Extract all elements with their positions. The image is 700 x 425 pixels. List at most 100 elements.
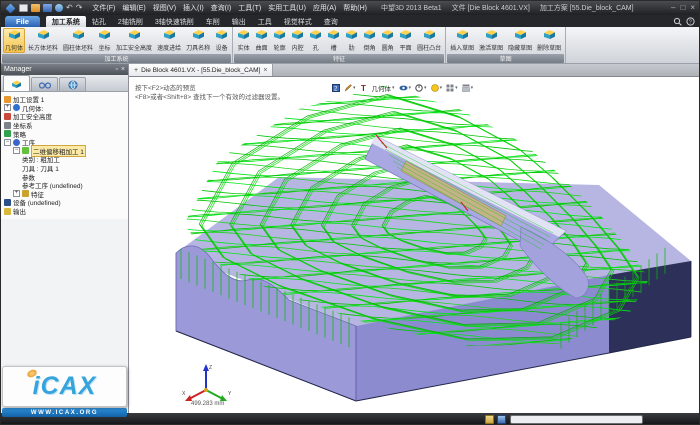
float-panel-icon[interactable]: ▫: [115, 66, 117, 73]
ribbon-button-1-4[interactable]: 孔: [307, 28, 324, 53]
tree-expander-icon[interactable]: −: [13, 147, 20, 154]
ribbon-button-1-9[interactable]: 平面: [397, 28, 414, 53]
ribbon-button-0-3[interactable]: 坐标: [96, 28, 113, 53]
text-icon[interactable]: T: [360, 79, 368, 97]
file-tab[interactable]: File: [5, 16, 40, 27]
command-input[interactable]: [510, 415, 643, 424]
prompt-icon[interactable]: [485, 415, 494, 424]
chevron-down-icon: ▾: [440, 85, 443, 91]
ribbon-button-0-7[interactable]: 设备: [213, 28, 230, 53]
tool-cube-icon: [98, 29, 111, 42]
redo-icon[interactable]: ↷: [76, 4, 83, 12]
tool-cube-icon: [345, 29, 358, 42]
ribbon-button-1-6[interactable]: 肋: [343, 28, 360, 53]
tool-cube-icon: [37, 29, 50, 42]
search-icon[interactable]: [673, 17, 682, 26]
cam-tab-icon: [11, 79, 22, 89]
ribbon-button-1-0[interactable]: 实体: [235, 28, 252, 53]
undo-icon[interactable]: ↶: [66, 4, 73, 12]
menu-item-8[interactable]: 帮助(H): [340, 2, 370, 14]
new-file-icon[interactable]: [19, 4, 28, 12]
shade-icon[interactable]: ▾: [431, 79, 443, 97]
minimize-button[interactable]: –: [671, 4, 675, 12]
tool-cube-icon: [8, 29, 21, 42]
tree-item-4[interactable]: 策略: [1, 129, 128, 138]
ribbon-button-1-8[interactable]: 圆角: [379, 28, 396, 53]
ribbon-tab-5[interactable]: 输出: [226, 16, 252, 27]
ribbon-button-2-1[interactable]: 激活草图: [477, 28, 505, 53]
save-icon[interactable]: [43, 4, 52, 12]
restore-button[interactable]: □: [680, 4, 685, 12]
grid-icon[interactable]: ▾: [446, 79, 458, 97]
ribbon-button-label: 肋: [349, 43, 355, 52]
document-tab[interactable]: + Die Block 4601.VX - [55.Die_block_CAM]…: [129, 64, 273, 76]
tree-expander-icon[interactable]: −: [4, 139, 11, 146]
ribbon-button-1-1[interactable]: 曲面: [253, 28, 270, 53]
ribbon-button-2-3[interactable]: 删除草图: [535, 28, 563, 53]
tool-cube-icon: [543, 29, 556, 42]
tab-close-icon[interactable]: ×: [263, 67, 267, 74]
app-logo-icon: [6, 3, 16, 13]
ribbon-tab-4[interactable]: 车削: [200, 16, 226, 27]
ribbon-tab-7[interactable]: 视觉样式: [278, 16, 318, 27]
ribbon-button-0-1[interactable]: 长方体坯料: [26, 28, 60, 53]
close-button[interactable]: ×: [690, 4, 695, 12]
ribbon-button-0-4[interactable]: 加工安全高度: [114, 28, 154, 53]
menu-item-6[interactable]: 实用工具(U): [265, 2, 309, 14]
ribbon-tab-0[interactable]: 加工系统: [46, 16, 86, 27]
ribbon-button-2-2[interactable]: 隐藏草图: [506, 28, 534, 53]
ribbon-tab-6[interactable]: 工具: [252, 16, 278, 27]
geometry-mode-dropdown[interactable]: 几何体▾: [372, 83, 395, 93]
document-tab-strip: + Die Block 4601.VX - [55.Die_block_CAM]…: [129, 64, 700, 77]
ribbon-button-1-10[interactable]: 圆柱凸台: [415, 28, 443, 53]
ribbon-button-0-6[interactable]: 刀具名称: [184, 28, 212, 53]
ribbon-button-2-0[interactable]: 插入草图: [448, 28, 476, 53]
ribbon-button-0-5[interactable]: 速度进给: [155, 28, 183, 53]
menu-item-4[interactable]: 查询(I): [208, 2, 235, 14]
manager-tab-visualize[interactable]: [31, 77, 58, 91]
manager-tab-cam[interactable]: [3, 75, 30, 91]
tree-item-0[interactable]: 加工设置 1: [1, 95, 128, 104]
ribbon-button-0-0[interactable]: 几何体: [3, 28, 25, 53]
windows-icon[interactable]: ▾: [462, 79, 474, 97]
open-folder-icon[interactable]: [31, 4, 40, 12]
pick-filter-icon[interactable]: 2: [332, 79, 340, 97]
ribbon: 几何体长方体坯料圆柱体坯料坐标加工安全高度速度进给刀具名称设备加工系统实体曲面轮…: [1, 27, 700, 64]
menu-item-2[interactable]: 视图(V): [150, 2, 179, 14]
tree-item-13[interactable]: 输出: [1, 207, 128, 216]
menu-item-0[interactable]: 文件(F): [89, 2, 118, 14]
input-mode-icon[interactable]: [497, 415, 506, 424]
manager-tabs: [1, 75, 128, 92]
ribbon-tab-row: File 加工系统钻孔2轴铣削3轴快速铣削车削输出工具视觉样式查询 ?: [1, 15, 700, 27]
menu-item-1[interactable]: 编辑(E): [119, 2, 148, 14]
tree-item-6[interactable]: −二维偏移粗加工 1: [1, 147, 128, 156]
history-icon[interactable]: ▾: [415, 79, 427, 97]
session-icon[interactable]: [55, 4, 63, 12]
manager-header: Manager ▫ ×: [1, 64, 128, 75]
eye-icon[interactable]: ▾: [399, 79, 412, 97]
vt-glyph: [415, 79, 423, 97]
menu-item-7[interactable]: 应用(A): [310, 2, 339, 14]
vt-glyph: [462, 79, 470, 97]
ribbon-button-label: 长方体坯料: [28, 43, 58, 52]
ribbon-button-1-2[interactable]: 轮廓: [271, 28, 288, 53]
ribbon-tab-2[interactable]: 2轴铣削: [112, 16, 149, 27]
manager-tab-browser[interactable]: [59, 77, 86, 91]
tree-item-8[interactable]: 刀具 : 刀具 1: [1, 164, 128, 173]
pencil-icon[interactable]: ▾: [344, 79, 356, 97]
ribbon-tab-8[interactable]: 查询: [318, 16, 344, 27]
ribbon-tab-3[interactable]: 3轴快速铣削: [149, 16, 200, 27]
vt-glyph: [399, 79, 408, 97]
ribbon-tab-1[interactable]: 钻孔: [86, 16, 112, 27]
tree-expander-icon[interactable]: +: [13, 190, 20, 197]
ribbon-button-1-7[interactable]: 倒角: [361, 28, 378, 53]
close-panel-icon[interactable]: ×: [121, 66, 125, 73]
menu-item-3[interactable]: 插入(I): [180, 2, 207, 14]
tree-expander-icon[interactable]: +: [4, 104, 11, 111]
help-icon[interactable]: ?: [686, 17, 695, 26]
menu-item-5[interactable]: 工具(T): [235, 2, 264, 14]
tree-item-10[interactable]: 参考工序 (undefined): [1, 181, 128, 190]
ribbon-button-1-5[interactable]: 槽: [325, 28, 342, 53]
ribbon-button-1-3[interactable]: 内腔: [289, 28, 306, 53]
ribbon-button-0-2[interactable]: 圆柱体坯料: [61, 28, 95, 53]
